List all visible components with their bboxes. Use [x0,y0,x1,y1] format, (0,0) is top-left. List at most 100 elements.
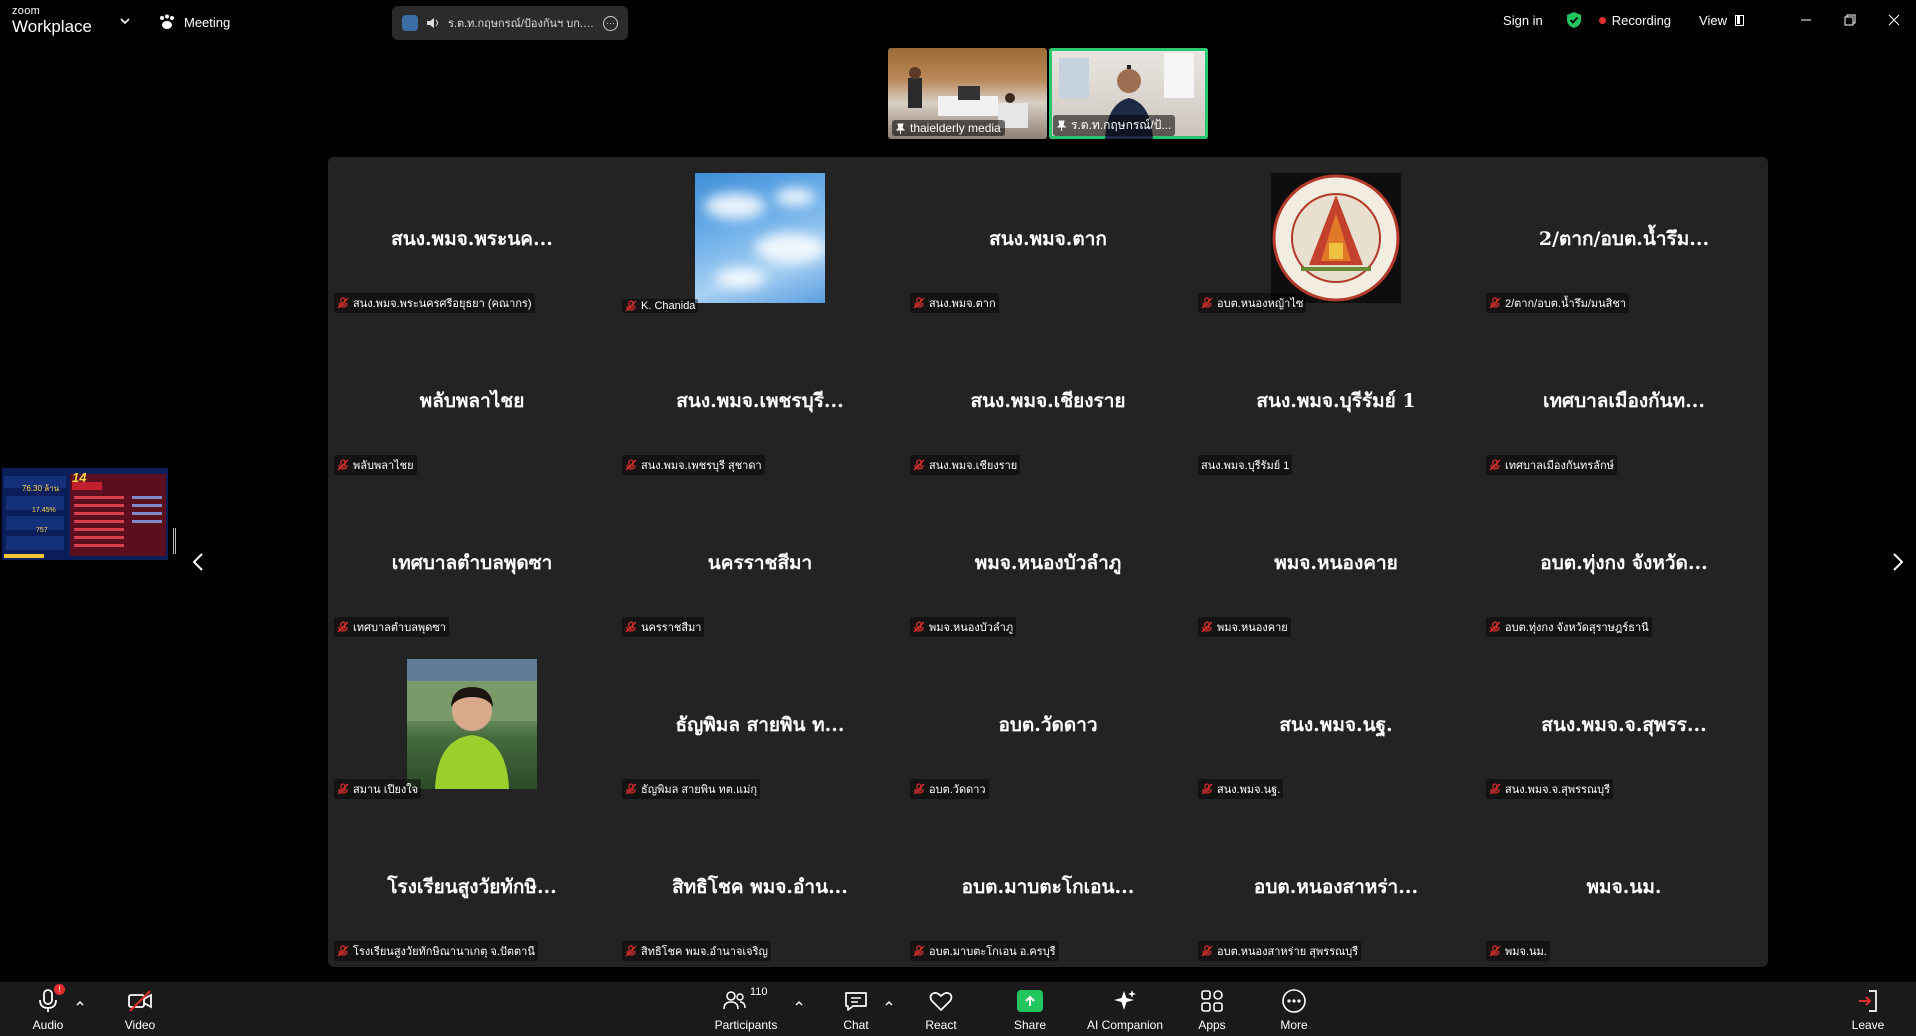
more-icon[interactable]: ··· [603,15,618,31]
participant-name: นครราชสีมา [641,622,702,634]
muted-mic-icon [913,459,925,471]
audio-button[interactable]: ! Audio [30,982,66,1036]
pin-icon [896,123,905,134]
participant-tile[interactable]: สมาน เปียงใจ [328,643,616,805]
participant-tile[interactable]: สนง.พมจ.เชียงราย สนง.พมจ.เชียงราย [904,319,1192,481]
chevron-down-icon[interactable] [118,14,132,28]
muted-mic-icon [337,297,349,309]
participant-name-label: อบต.หนองสาหร่าย สุพรรณบุรี [1198,941,1362,961]
muted-mic-icon [1489,459,1501,471]
participant-display-name: พมจ.หนองคาย [1274,552,1398,574]
participant-tile[interactable]: อบต.มาบตะโกเอน... อบต.มาบตะโกเอน อ.ครบุรี [904,805,1192,967]
participant-tile[interactable]: 2/ตาก/อบต.น้ำรึม... 2/ตาก/อบต.น้ำรึม/มนสิ… [1480,157,1768,319]
video-name-label: ร.ต.ท.กฤษกรณ์/ป้... [1053,115,1176,136]
more-button[interactable]: More [1278,982,1310,1036]
video-name: ร.ต.ท.กฤษกรณ์/ป้... [1071,118,1172,132]
participant-display-name: พลับพลาไชย [419,390,525,412]
speaker-icon [427,18,438,28]
participant-name-label: สนง.พมจ.ตาก [910,293,999,313]
participant-tile[interactable]: สนง.พมจ.นฐ. สนง.พมจ.นฐ. [1192,643,1480,805]
heart-icon [928,988,954,1014]
video-button[interactable]: Video [124,982,156,1036]
participants-button[interactable]: 110 Participants [714,982,778,1036]
participant-tile[interactable]: สิทธิโชค พมจ.อำน... สิทธิโชค พมจ.อำนาจเจร… [616,805,904,967]
recording-indicator[interactable]: Recording [1598,12,1672,28]
participant-tile[interactable]: นครราชสีมา นครราชสีมา [616,481,904,643]
participant-tile[interactable]: สนง.พมจ.เพชรบุรี... สนง.พมจ.เพชรบุรี สุชา… [616,319,904,481]
restore-button[interactable] [1828,0,1872,40]
participant-name: เทศบาลตำบลพุดซา [353,622,446,634]
participants-options-caret-icon[interactable] [794,998,804,1008]
participants-icon: 110 [722,986,768,1014]
participant-tile[interactable]: สนง.พมจ.จ.สุพรร... สนง.พมจ.จ.สุพรรณบุรี [1480,643,1768,805]
share-button[interactable]: Share [1014,982,1046,1036]
participant-tile[interactable]: อบต.หนองหญ้าไซ [1192,157,1480,319]
apps-button[interactable]: Apps [1196,982,1228,1036]
participant-tile[interactable]: เทศบาลเมืองกันท... เทศบาลเมืองกันทรลักษ์ [1480,319,1768,481]
participant-name: สนง.พมจ.เพชรบุรี สุชาดา [641,460,762,472]
participant-tile[interactable]: สนง.พมจ.บุรีรัมย์ 1 สนง.พมจ.บุรีรัมย์ 1 [1192,319,1480,481]
zoom-logo: zoom Workplace [12,5,92,36]
shared-screen-thumbnail[interactable]: 14 76.30 ล้าน 17.45% 757 [2,468,168,560]
participant-display-name: สนง.พมจ.นฐ. [1279,714,1393,736]
participant-tile[interactable]: พลับพลาไชย พลับพลาไชย [328,319,616,481]
participant-name-label: ธัญพิมล สายพิน ทต.แม่กุ [622,779,760,799]
participant-name: สมาน เปียงใจ [353,784,419,796]
muted-mic-icon [337,783,349,795]
muted-mic-icon [1201,621,1213,633]
participant-name: 2/ตาก/อบต.น้ำรึม/มนสิชา [1505,298,1627,310]
participant-name: พมจ.หนองบัวลำภู [929,622,1014,634]
muted-mic-icon [913,297,925,309]
participant-tile[interactable]: พมจ.นม. พมจ.นม. [1480,805,1768,967]
ai-companion-button[interactable]: AI Companion [1086,982,1164,1036]
participant-tile[interactable]: เทศบาลตำบลพุดซา เทศบาลตำบลพุดซา [328,481,616,643]
ai-companion-label: AI Companion [1086,1018,1164,1032]
resize-handle[interactable] [173,528,176,554]
participant-tile[interactable]: อบต.ทุ่งกง จังหวัด... อบต.ทุ่งกง จังหวัดส… [1480,481,1768,643]
audio-alert-badge: ! [54,984,65,995]
share-screen-icon [1017,988,1043,1014]
react-button[interactable]: React [924,982,958,1036]
participant-name-label: สนง.พมจ.พระนครศรีอยุธยา (คณากร) [334,293,535,313]
participant-tile[interactable]: พมจ.หนองบัวลำภู พมจ.หนองบัวลำภู [904,481,1192,643]
video-thumbnail[interactable]: thaielderly media [888,48,1047,139]
leave-button[interactable]: Leave [1852,982,1884,1036]
participant-tile[interactable]: โรงเรียนสูงวัยทักษิ... โรงเรียนสูงวัยทักษ… [328,805,616,967]
chat-button[interactable]: Chat [840,982,872,1036]
meeting-label: Meeting [184,14,231,30]
next-page-button[interactable] [1886,550,1910,574]
muted-mic-icon [625,459,637,471]
chat-options-caret-icon[interactable] [884,998,894,1008]
close-button[interactable] [1872,0,1916,40]
previous-page-button[interactable] [186,550,210,574]
minimize-button[interactable] [1784,0,1828,40]
meeting-menu-button[interactable]: Meeting [158,12,230,32]
participant-tile[interactable]: สนง.พมจ.ตาก สนง.พมจ.ตาก [904,157,1192,319]
shield-icon[interactable] [1565,11,1583,29]
meeting-toolbar: ! Audio Video 110 Participants Chat Reac… [0,982,1916,1036]
audio-options-caret-icon[interactable] [75,998,85,1008]
muted-mic-icon [1201,945,1213,957]
recording-label: Recording [1611,12,1672,28]
participant-tile[interactable]: อบต.วัดดาว อบต.วัดดาว [904,643,1192,805]
participant-name-label: อบต.วัดดาว [910,779,989,799]
participant-display-name: สนง.พมจ.บุรีรัมย์ 1 [1256,390,1416,412]
participant-display-name: สิทธิโชค พมจ.อำน... [672,876,848,898]
participant-tile[interactable]: อบต.หนองสาหร่า... อบต.หนองสาหร่าย สุพรรณบ… [1192,805,1480,967]
dashboard-percent: 17.45% [32,507,56,514]
participant-tile[interactable]: K. Chanida [616,157,904,319]
video-name-label: thaielderly media [892,120,1005,136]
brand-small: zoom [12,5,41,17]
participant-name-label: สนง.พมจ.เชียงราย [910,455,1021,475]
participant-tile[interactable]: พมจ.หนองคาย พมจ.หนองคาย [1192,481,1480,643]
participant-display-name: อบต.หนองสาหร่า... [1253,876,1419,898]
participant-tile[interactable]: ธัญพิมล สายพิน ท... ธัญพิมล สายพิน ทต.แม่… [616,643,904,805]
view-button[interactable]: View [1699,13,1744,28]
participant-name-label: พมจ.หนองบัวลำภู [910,617,1017,637]
participants-label: Participants [714,1018,778,1032]
sign-in-link[interactable]: Sign in [1503,13,1543,28]
muted-mic-icon [1489,297,1501,309]
participant-tile[interactable]: สนง.พมจ.พระนค... สนง.พมจ.พระนครศรีอยุธยา … [328,157,616,319]
video-thumbnail-active[interactable]: ร.ต.ท.กฤษกรณ์/ป้... [1049,48,1208,139]
active-speaker-indicator[interactable]: ร.ต.ท.กฤษกรณ์/ป้องกันฯ บก.ตอ ··· [392,6,628,40]
